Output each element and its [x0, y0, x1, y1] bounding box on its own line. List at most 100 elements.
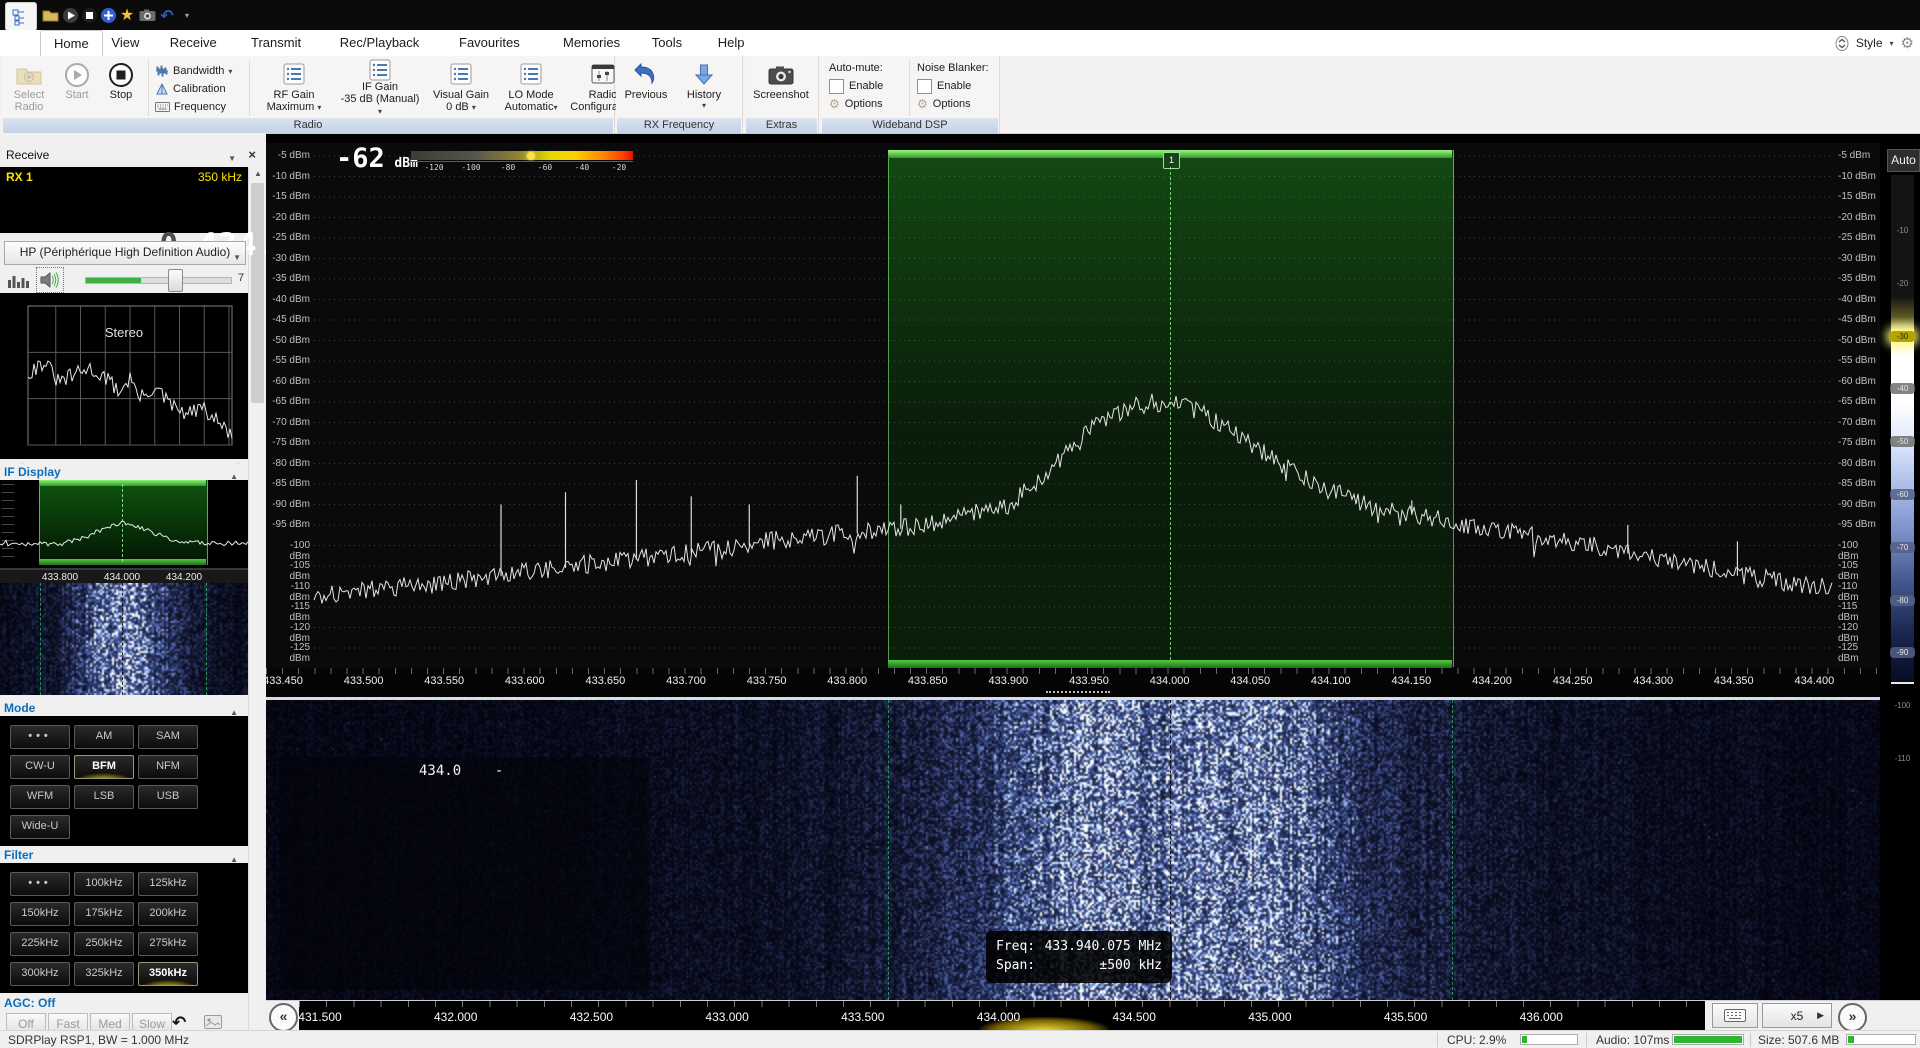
if-display-header[interactable]: IF Display [0, 464, 248, 480]
volume-slider-track[interactable] [85, 277, 232, 284]
tab-view[interactable]: View [98, 30, 152, 55]
style-dropdown[interactable]: Style [1856, 36, 1883, 50]
filter-button-175khz[interactable]: 175kHz [74, 902, 134, 926]
agc-header[interactable]: AGC: Off [0, 995, 248, 1011]
image-icon[interactable] [204, 1015, 222, 1029]
start-icon[interactable] [60, 5, 80, 25]
scrollbar-up-icon[interactable]: ▲ [249, 167, 267, 181]
tab-memories[interactable]: Memories [550, 30, 633, 55]
nav-zoom-button[interactable]: x5 ▶ [1762, 1003, 1832, 1028]
mute-toggle[interactable] [36, 267, 64, 293]
panel-menu-icon[interactable] [228, 150, 236, 164]
nav-scroll-right-button[interactable]: » [1838, 1003, 1867, 1032]
filter-button-250khz[interactable]: 250kHz [74, 932, 134, 956]
db-axis-label: -75 dBm [268, 437, 310, 448]
lo-mode-button[interactable]: LO Mode Automatic [498, 59, 564, 117]
visual-gain-button[interactable]: Visual Gain 0 dB [426, 59, 496, 117]
if-waterfall[interactable] [0, 583, 248, 695]
mode-header[interactable]: Mode [0, 700, 248, 716]
favourite-icon[interactable]: ★ [117, 5, 137, 25]
history-button[interactable]: History [678, 59, 730, 117]
style-caret-icon[interactable] [1890, 39, 1894, 48]
tab-receive[interactable]: Receive [157, 30, 230, 55]
volume-slider-handle[interactable] [168, 269, 183, 292]
filter-button-225khz[interactable]: 225kHz [10, 932, 70, 956]
panel-scrollbar[interactable]: ▲ [248, 167, 267, 1048]
mode-button-wfm[interactable]: WFM [10, 785, 70, 809]
mode-button-nfm[interactable]: NFM [138, 755, 198, 779]
noise-blanker-options[interactable]: ⚙Options [917, 95, 989, 113]
filter-header[interactable]: Filter [0, 847, 248, 863]
audio-device-dropdown[interactable]: HP (Périphérique High Definition Audio) [4, 241, 246, 265]
equalizer-icon[interactable] [8, 270, 30, 288]
mode-button-bfm[interactable]: BFM [74, 755, 134, 779]
mode-button-lsb[interactable]: LSB [74, 785, 134, 809]
filter-button-275khz[interactable]: 275kHz [138, 932, 198, 956]
camera-icon[interactable] [137, 5, 157, 25]
if-gain-button[interactable]: IF Gain -35 dB (Manual) [338, 59, 422, 117]
auto-mute-enable[interactable]: Enable [829, 77, 883, 95]
tab-home[interactable]: Home [40, 30, 103, 56]
filter-button-125khz[interactable]: 125kHz [138, 872, 198, 896]
panel-close-icon[interactable] [248, 147, 256, 162]
open-icon[interactable] [40, 5, 60, 25]
start-button[interactable]: Start [54, 59, 100, 117]
mode-button-am[interactable]: AM [74, 725, 134, 749]
screenshot-button[interactable]: Screenshot [750, 59, 812, 117]
undo-icon[interactable]: ↶ [157, 5, 177, 25]
stop-icon[interactable] [79, 5, 99, 25]
main-spectrum-display[interactable]: 1 -62 dBm -120-100-80-60-40-20 -5 dBm-10… [266, 143, 1880, 697]
status-cpu-bar [1520, 1034, 1578, 1045]
filter-button-100khz[interactable]: 100kHz [74, 872, 134, 896]
main-waterfall-display[interactable]: 434.0 - Freq:433.940.075 MHz Span:±500 k… [266, 700, 1880, 1000]
palette-auto-button[interactable]: Auto [1887, 149, 1920, 172]
calibration-icon [155, 83, 169, 95]
auto-mute-label: Auto-mute: [829, 59, 883, 77]
mode-button-sam[interactable]: SAM [138, 725, 198, 749]
select-radio-button[interactable]: Select Radio [6, 59, 52, 117]
frequency-button[interactable]: Frequency [155, 98, 226, 116]
mode-button-wideu[interactable]: Wide-U [10, 815, 70, 839]
add-icon[interactable] [98, 5, 118, 25]
palette-tick--40: -40 [1890, 383, 1915, 394]
noise-blanker-column: Noise Blanker: Enable ⚙Options [917, 59, 989, 113]
auto-mute-enable-checkbox[interactable] [829, 79, 844, 94]
frequency-axis-label: 434.350 [1702, 675, 1766, 687]
tab-help[interactable]: Help [705, 30, 758, 55]
noise-blanker-enable-checkbox[interactable] [917, 79, 932, 94]
qat-dropdown-icon[interactable]: ▾ [177, 5, 197, 25]
filter-button-150khz[interactable]: 150kHz [10, 902, 70, 926]
calibration-button[interactable]: Calibration [155, 80, 226, 98]
mode-button-[interactable]: ••• [10, 725, 70, 749]
filter-button-[interactable]: ••• [10, 872, 70, 896]
if-spectrum[interactable] [0, 480, 248, 568]
mode-button-usb[interactable]: USB [138, 785, 198, 809]
bandwidth-caret-icon [228, 67, 232, 76]
tab-tools[interactable]: Tools [639, 30, 695, 55]
app-menu-button[interactable] [5, 2, 37, 31]
stop-button[interactable]: Stop [98, 59, 144, 117]
if-display-title: IF Display [4, 465, 61, 479]
filter-button-300khz[interactable]: 300kHz [10, 962, 70, 986]
noise-blanker-enable[interactable]: Enable [917, 77, 989, 95]
rf-gain-button[interactable]: RF Gain Maximum [252, 59, 336, 117]
filter-button-325khz[interactable]: 325kHz [74, 962, 134, 986]
tab-favourites[interactable]: Favourites [446, 30, 533, 55]
settings-gear-icon[interactable]: ⚙ [1901, 34, 1914, 52]
collapse-ribbon-icon[interactable] [1835, 36, 1849, 51]
tab-rec-playback[interactable]: Rec/Playback [327, 30, 432, 55]
filter-button-200khz[interactable]: 200kHz [138, 902, 198, 926]
auto-mute-options[interactable]: ⚙Options [829, 95, 883, 113]
db-axis-label: -120 dBm [268, 622, 310, 644]
nav-zoom-caret-icon: ▶ [1817, 1010, 1824, 1021]
mode-button-cwu[interactable]: CW-U [10, 755, 70, 779]
navigator-scale[interactable]: 431.500432.000432.500433.000433.500434.0… [299, 1001, 1705, 1031]
previous-button[interactable]: Previous [620, 59, 672, 117]
palette-gradient-column[interactable] [1891, 175, 1914, 684]
rx-marker-tab[interactable]: 1 [1163, 152, 1180, 169]
tab-transmit[interactable]: Transmit [238, 30, 314, 55]
nav-keyboard-button[interactable] [1712, 1003, 1758, 1028]
filter-button-350khz[interactable]: 350kHz [138, 962, 198, 986]
bandwidth-button[interactable]: Bandwidth [155, 62, 232, 80]
frequency-display[interactable]: 0.434.000.000 [0, 187, 248, 233]
